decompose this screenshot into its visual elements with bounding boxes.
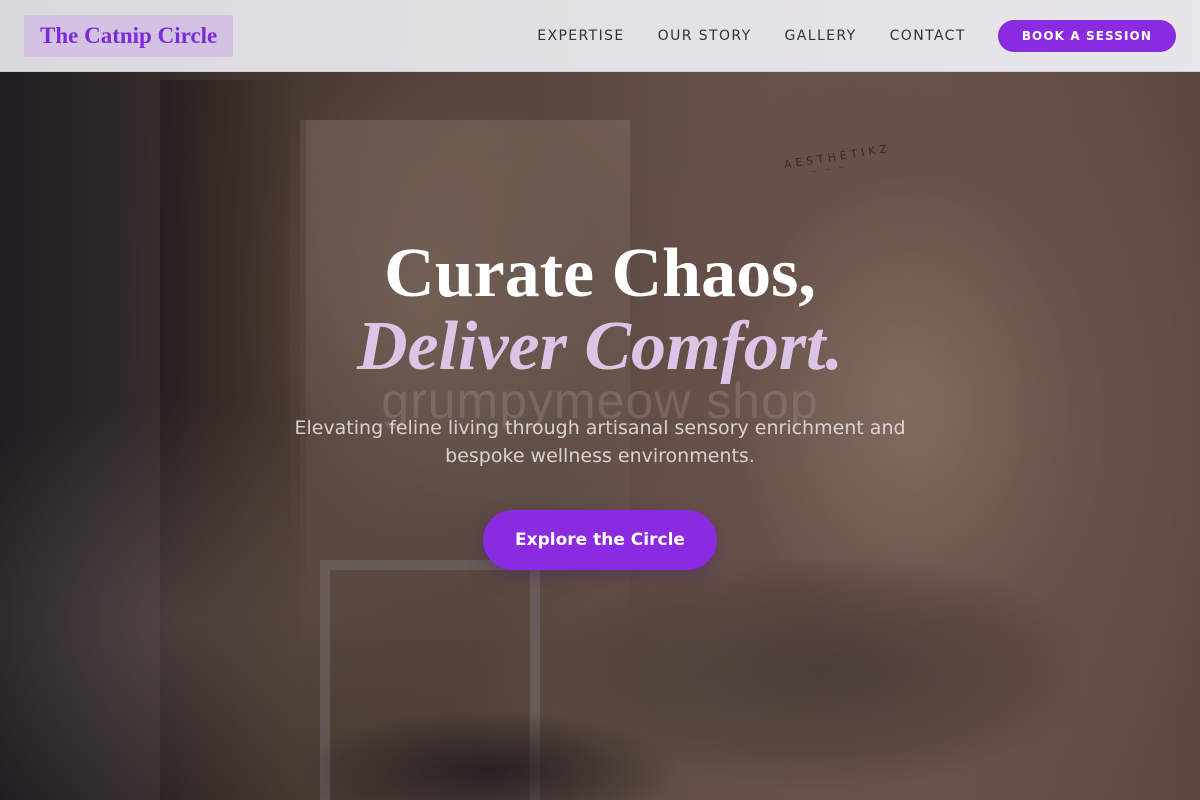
nav-link-gallery[interactable]: GALLERY: [785, 28, 857, 44]
brand-logo[interactable]: The Catnip Circle: [24, 14, 234, 57]
site-header: The Catnip Circle EXPERTISE OUR STORY GA…: [0, 0, 1200, 72]
explore-circle-button[interactable]: Explore the Circle: [483, 510, 717, 570]
nav-link-our-story[interactable]: OUR STORY: [658, 28, 752, 44]
main-nav: EXPERTISE OUR STORY GALLERY CONTACT BOOK…: [504, 19, 1176, 52]
hero-subtitle: Elevating feline living through artisana…: [294, 417, 906, 467]
nav-link-expertise[interactable]: EXPERTISE: [537, 28, 624, 44]
nav-link-contact[interactable]: CONTACT: [890, 28, 966, 44]
book-session-button[interactable]: BOOK A SESSION: [997, 19, 1176, 52]
hero-section: Curate Chaos, Deliver Comfort. Elevating…: [0, 238, 1200, 570]
headline-line-1: Curate Chaos,: [384, 235, 816, 312]
hero-headline: Curate Chaos, Deliver Comfort.: [0, 238, 1200, 384]
headline-line-2: Deliver Comfort.: [356, 308, 844, 385]
